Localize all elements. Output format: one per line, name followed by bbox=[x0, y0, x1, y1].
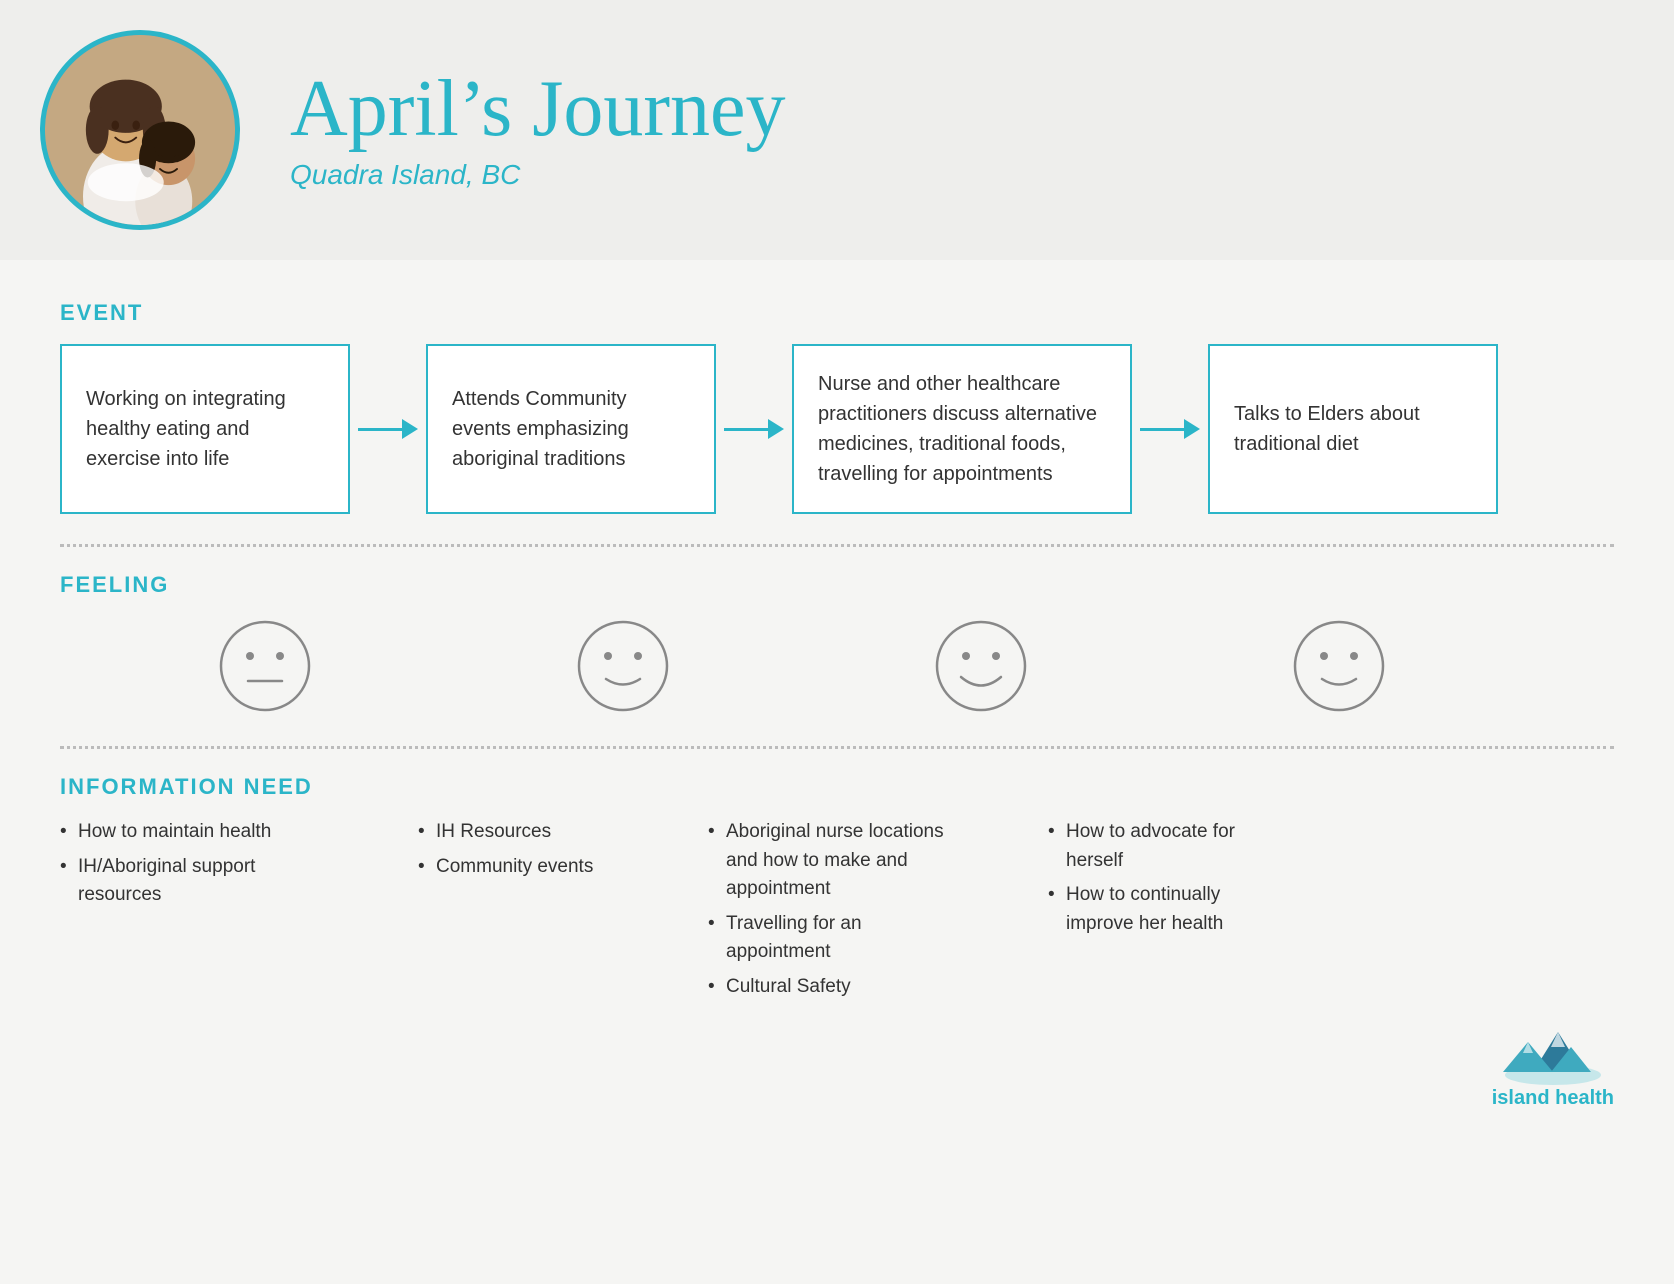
info-item: How to maintain health bbox=[60, 818, 320, 847]
info-item: Travelling for an appointment bbox=[708, 910, 950, 967]
info-list-4: How to advocate for herself How to conti… bbox=[1048, 818, 1240, 938]
info-item: Cultural Safety bbox=[708, 973, 950, 1002]
event-box-4: Talks to Elders about traditional diet bbox=[1208, 344, 1498, 514]
info-list-2: IH Resources Community events bbox=[418, 818, 610, 881]
main-content: EVENT Working on integrating healthy eat… bbox=[0, 260, 1674, 1150]
face-3-smile bbox=[836, 616, 1126, 716]
info-item: Community events bbox=[418, 853, 610, 882]
info-item: IH Resources bbox=[418, 818, 610, 847]
info-item: IH/Aboriginal support resources bbox=[60, 853, 320, 910]
arrow-1 bbox=[350, 419, 426, 439]
info-col-4: How to advocate for herself How to conti… bbox=[980, 818, 1270, 944]
face-1-neutral bbox=[120, 616, 410, 716]
info-col-3: Aboriginal nurse locations and how to ma… bbox=[640, 818, 980, 1007]
event-box-1: Working on integrating healthy eating an… bbox=[60, 344, 350, 514]
info-list-1: How to maintain health IH/Aboriginal sup… bbox=[60, 818, 320, 910]
arrow-2 bbox=[716, 419, 792, 439]
divider-1 bbox=[60, 544, 1614, 547]
header: April’s Journey Quadra Island, BC bbox=[0, 0, 1674, 260]
info-item: How to advocate for herself bbox=[1048, 818, 1240, 875]
island-health-logo: island health bbox=[1492, 1027, 1614, 1110]
page-title: April’s Journey bbox=[290, 69, 786, 149]
info-list-3: Aboriginal nurse locations and how to ma… bbox=[708, 818, 950, 1001]
info-section-label: INFORMATION NEED bbox=[60, 774, 1614, 800]
page-subtitle: Quadra Island, BC bbox=[290, 159, 786, 191]
feeling-section-label: FEELING bbox=[60, 572, 1614, 598]
info-row: How to maintain health IH/Aboriginal sup… bbox=[60, 818, 1614, 1007]
logo-container: island health bbox=[60, 1027, 1614, 1110]
event-section-label: EVENT bbox=[60, 300, 1614, 326]
info-item: How to continually improve her health bbox=[1048, 881, 1240, 938]
divider-2 bbox=[60, 746, 1614, 749]
face-2-slight-smile bbox=[478, 616, 768, 716]
event-box-2: Attends Community events emphasizing abo… bbox=[426, 344, 716, 514]
header-text: April’s Journey Quadra Island, BC bbox=[290, 69, 786, 191]
event-box-3: Nurse and other healthcare practitioners… bbox=[792, 344, 1132, 514]
info-col-2: IH Resources Community events bbox=[350, 818, 640, 887]
arrow-3 bbox=[1132, 419, 1208, 439]
face-4-slight-smile bbox=[1194, 616, 1484, 716]
info-col-1: How to maintain health IH/Aboriginal sup… bbox=[60, 818, 350, 916]
avatar bbox=[40, 30, 240, 230]
event-row: Working on integrating healthy eating an… bbox=[60, 344, 1614, 514]
info-item: Aboriginal nurse locations and how to ma… bbox=[708, 818, 950, 904]
feeling-row bbox=[60, 616, 1614, 716]
logo-text: island health bbox=[1492, 1087, 1614, 1110]
